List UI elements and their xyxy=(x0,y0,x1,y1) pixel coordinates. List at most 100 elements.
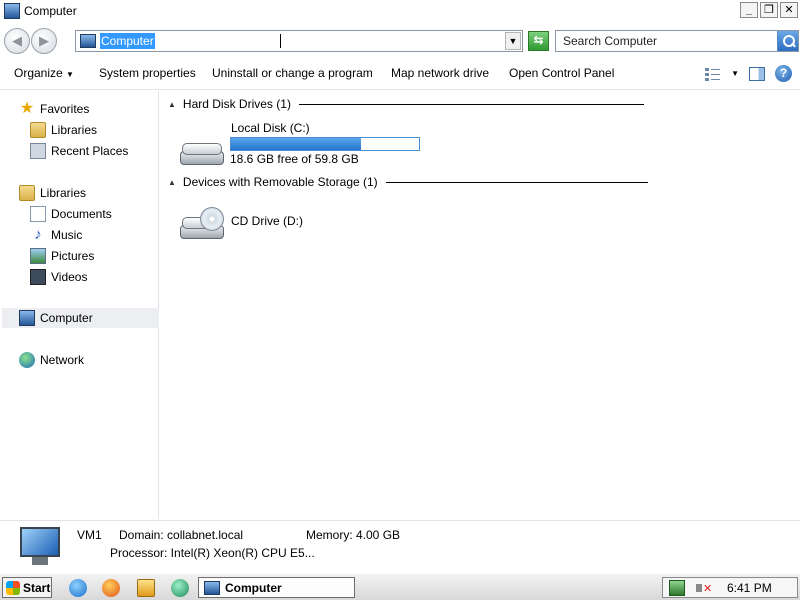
windows-logo-icon xyxy=(6,580,20,595)
sidebar-item-videos[interactable]: Videos xyxy=(30,267,87,287)
film-icon xyxy=(30,269,46,285)
documents-icon xyxy=(30,206,46,222)
search-input[interactable]: Search Computer xyxy=(563,34,657,48)
open-control-panel-button[interactable]: Open Control Panel xyxy=(509,66,614,80)
drive-name: CD Drive (D:) xyxy=(231,214,303,228)
sidebar-item-network[interactable]: Network xyxy=(19,350,84,370)
close-button[interactable]: ✕ xyxy=(780,2,798,18)
clock[interactable]: 6:41 PM xyxy=(727,581,772,595)
sidebar-item-libraries[interactable]: Libraries xyxy=(19,183,86,203)
drive-name: Local Disk (C:) xyxy=(231,121,310,135)
uninstall-program-button[interactable]: Uninstall or change a program xyxy=(212,66,373,80)
computer-icon xyxy=(19,310,35,326)
drive-free-space: 18.6 GB free of 59.8 GB xyxy=(230,152,359,166)
search-box[interactable]: Search Computer xyxy=(555,30,799,52)
domain-text: Domain: collabnet.local xyxy=(119,528,244,542)
sidebar-item-music[interactable]: ♪ Music xyxy=(30,225,82,245)
details-pane: VM1 Domain: collabnet.local Memory: 4.00… xyxy=(0,520,800,572)
content-area: ▲ Hard Disk Drives (1) Local Disk (C:) 1… xyxy=(160,91,800,519)
sidebar-item-label: Favorites xyxy=(40,102,90,116)
sidebar-item-label: Network xyxy=(40,353,85,367)
system-tray: 6:41 PM xyxy=(662,577,798,598)
taskbar-item-computer[interactable]: Computer xyxy=(198,577,355,598)
group-divider xyxy=(298,103,644,105)
cd-drive-icon xyxy=(178,207,226,243)
cd-drive-item[interactable]: CD Drive (D:) xyxy=(178,199,378,249)
sidebar-item-label: Documents xyxy=(51,207,112,221)
libraries-icon xyxy=(19,185,35,201)
text-cursor xyxy=(280,34,286,48)
sidebar-item-label: Pictures xyxy=(51,249,95,263)
sidebar-item-label: Computer xyxy=(40,311,93,325)
minimize-button[interactable]: _ xyxy=(740,2,758,18)
map-network-drive-button[interactable]: Map network drive xyxy=(391,66,489,80)
sidebar-item-label: Libraries xyxy=(51,123,98,137)
start-button[interactable]: Start xyxy=(2,577,52,598)
title-bar: Computer _ ❐ ✕ xyxy=(0,0,800,22)
disk-usage-bar xyxy=(230,137,420,151)
sidebar-item-favorites[interactable]: ★ Favorites xyxy=(19,99,90,119)
address-bar[interactable]: Computer ▼ xyxy=(75,30,523,52)
start-label: Start xyxy=(23,580,51,595)
computer-monitor-icon xyxy=(18,527,62,567)
network-icon xyxy=(19,352,35,368)
search-icon[interactable] xyxy=(777,31,798,51)
window-controls: _ ❐ ✕ xyxy=(740,2,798,18)
preview-pane-icon[interactable] xyxy=(749,66,765,81)
hard-drive-icon xyxy=(178,137,226,169)
task-label: Computer xyxy=(225,580,282,595)
internet-explorer-icon[interactable] xyxy=(69,579,87,597)
view-options-icon[interactable] xyxy=(705,67,721,81)
address-text[interactable]: Computer xyxy=(100,33,155,49)
app-launcher-icon[interactable] xyxy=(171,579,189,597)
address-row: ◀ ▶ Computer ▼ ⇆ Search Computer xyxy=(0,24,800,56)
organize-label: Organize xyxy=(14,66,63,80)
help-icon[interactable]: ? xyxy=(775,65,792,82)
processor-text: Processor: Intel(R) Xeon(R) CPU E5... xyxy=(110,546,315,560)
media-player-icon[interactable] xyxy=(137,579,155,597)
volume-muted-icon[interactable] xyxy=(695,580,712,596)
firefox-icon[interactable] xyxy=(102,579,120,597)
collapse-arrow-icon[interactable]: ▲ xyxy=(168,100,176,109)
memory-text: Memory: 4.00 GB xyxy=(306,528,401,542)
sidebar-item-label: Videos xyxy=(51,270,88,284)
libraries-icon xyxy=(30,122,46,138)
forward-button[interactable]: ▶ xyxy=(31,28,57,54)
network-status-icon[interactable] xyxy=(669,580,685,596)
disk-usage-fill xyxy=(231,138,361,150)
sidebar-item-label: Recent Places xyxy=(51,144,129,158)
group-title: Hard Disk Drives (1) xyxy=(182,97,291,111)
collapse-arrow-icon[interactable]: ▲ xyxy=(168,178,176,187)
hard-disk-group-header[interactable]: ▲ Hard Disk Drives (1) xyxy=(168,97,644,111)
computer-icon xyxy=(4,3,20,19)
music-note-icon: ♪ xyxy=(34,226,42,243)
back-button[interactable]: ◀ xyxy=(4,28,30,54)
pictures-icon xyxy=(30,248,46,264)
recent-places-icon xyxy=(30,143,46,159)
sidebar-item-computer[interactable]: Computer xyxy=(2,308,159,328)
maximize-button[interactable]: ❐ xyxy=(760,2,778,18)
group-title: Devices with Removable Storage (1) xyxy=(182,175,378,189)
removable-storage-group-header[interactable]: ▲ Devices with Removable Storage (1) xyxy=(168,175,648,189)
computer-name: VM1 xyxy=(77,528,102,542)
organize-menu[interactable]: Organize ▼ xyxy=(14,66,74,80)
arrow-right-icon: ▶ xyxy=(39,33,49,48)
sidebar-item-label: Music xyxy=(51,228,83,242)
sidebar-item-favorites-libraries[interactable]: Libraries xyxy=(30,120,97,140)
chevron-down-icon: ▼ xyxy=(66,70,74,79)
local-disk-item[interactable]: Local Disk (C:) 18.6 GB free of 59.8 GB xyxy=(178,119,438,169)
taskbar: Start Computer 6:41 PM xyxy=(0,573,800,600)
group-divider xyxy=(385,181,648,183)
system-properties-button[interactable]: System properties xyxy=(99,66,196,80)
sidebar-item-recent-places[interactable]: Recent Places xyxy=(30,141,128,161)
sidebar-item-documents[interactable]: Documents xyxy=(30,204,112,224)
command-bar: Organize ▼ System properties Uninstall o… xyxy=(0,58,800,90)
computer-icon xyxy=(80,34,96,48)
computer-icon xyxy=(204,580,220,595)
navigation-pane: ★ Favorites Libraries Recent Places Libr… xyxy=(0,91,159,519)
address-dropdown-button[interactable]: ▼ xyxy=(505,32,521,50)
go-refresh-button[interactable]: ⇆ xyxy=(528,31,549,51)
arrow-left-icon: ◀ xyxy=(12,33,22,48)
view-dropdown-icon[interactable]: ▼ xyxy=(731,69,739,78)
sidebar-item-pictures[interactable]: Pictures xyxy=(30,246,94,266)
